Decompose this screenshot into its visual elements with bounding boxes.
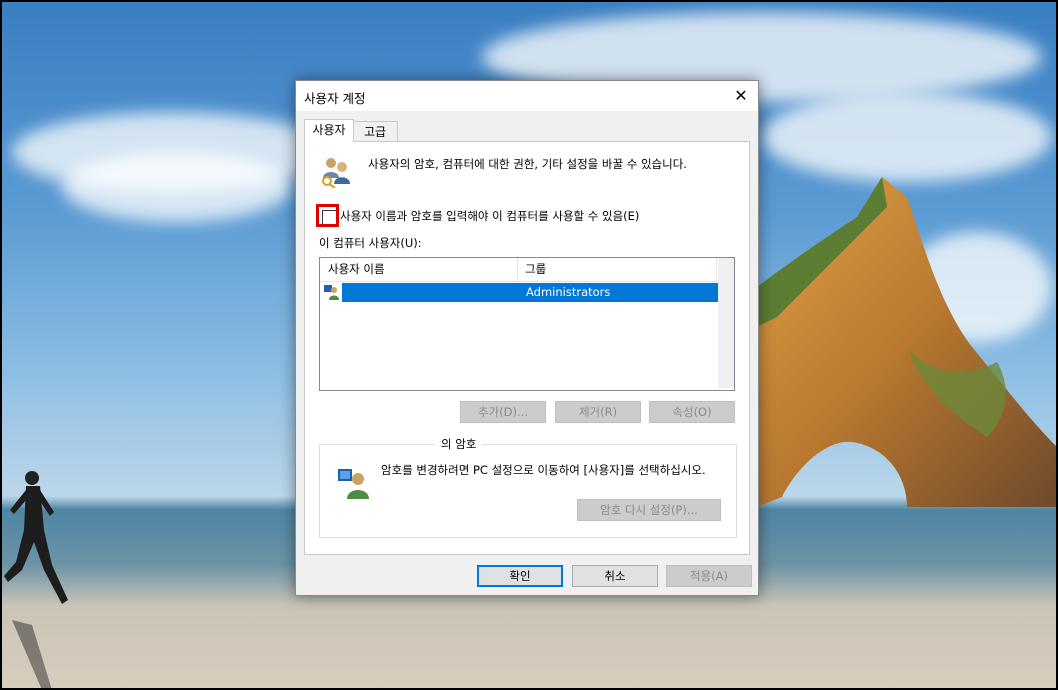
computer-users-label: 이 컴퓨터 사용자(U): (319, 236, 422, 250)
user-list[interactable]: 사용자 이름 그룹 Administrators (319, 257, 735, 391)
users-keys-icon (322, 158, 350, 188)
info-description: 사용자의 암호, 컴퓨터에 대한 권한, 기타 설정을 바꿀 수 있습니다. (368, 157, 687, 171)
column-header-username[interactable]: 사용자 이름 (320, 258, 518, 281)
password-group-box: 암호를 변경하려면 PC 설정으로 이동하여 [사용자]를 선택하십시오. 암호… (319, 444, 737, 538)
user-icon (324, 285, 339, 300)
password-group-legend: 의 암호 (435, 436, 483, 452)
dialog-title: 사용자 계정 (304, 91, 366, 106)
user-group-cell: Administrators (526, 285, 611, 299)
require-login-label[interactable]: 사용자 이름과 암호를 입력해야 이 컴퓨터를 사용할 수 있음(E) (340, 208, 639, 224)
list-scroll-track (718, 258, 734, 388)
ok-button[interactable]: 확인 (477, 565, 563, 587)
table-row[interactable]: Administrators (324, 283, 718, 302)
password-instruction: 암호를 변경하려면 PC 설정으로 이동하여 [사용자]를 선택하십시오. (381, 463, 706, 477)
runner-figure (4, 471, 68, 688)
properties-button[interactable]: 속성(O) (649, 401, 735, 423)
checkbox-highlight-box (316, 204, 339, 227)
rock-formation (757, 177, 1056, 507)
column-header-group[interactable]: 그룹 (519, 258, 717, 281)
title-bar: 사용자 계정 ✕ (296, 81, 758, 111)
cancel-button[interactable]: 취소 (572, 565, 658, 587)
user-accounts-dialog: 사용자 계정 ✕ 사용자 고급 사용자의 암호, 컴퓨터에 대한 권한, 기타 … (295, 80, 759, 596)
tab-users[interactable]: 사용자 (304, 119, 354, 142)
tab-advanced[interactable]: 고급 (352, 121, 398, 142)
add-user-button[interactable]: 추가(D)... (460, 401, 546, 423)
reset-password-button[interactable]: 암호 다시 설정(P)... (577, 499, 721, 521)
user-monitor-icon (338, 469, 369, 499)
cloud (762, 92, 1052, 182)
cloud (62, 152, 292, 222)
apply-button[interactable]: 적용(A) (666, 565, 752, 587)
close-button[interactable]: ✕ (728, 83, 754, 109)
users-tab-panel: 사용자의 암호, 컴퓨터에 대한 권한, 기타 설정을 바꿀 수 있습니다. 사… (304, 141, 750, 555)
remove-user-button[interactable]: 제거(R) (555, 401, 641, 423)
user-list-header: 사용자 이름 그룹 (320, 258, 718, 282)
